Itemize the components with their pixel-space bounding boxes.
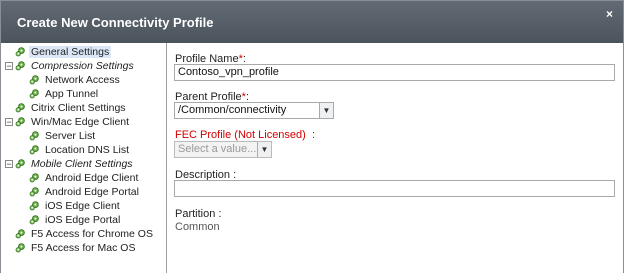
tree-item-label: Server List xyxy=(45,130,96,142)
gear-icon xyxy=(15,102,26,113)
tree-item[interactable]: Location DNS List xyxy=(29,143,131,157)
tree-item[interactable]: Citrix Client Settings xyxy=(15,101,128,115)
tree-item[interactable]: iOS Edge Client xyxy=(29,199,122,213)
tree-item-label: Location DNS List xyxy=(45,144,130,156)
tree-item[interactable]: Android Edge Portal xyxy=(29,185,141,199)
parent-profile-select[interactable]: /Common/connectivity ▼ xyxy=(174,102,334,119)
dialog-titlebar: Create New Connectivity Profile × xyxy=(1,1,623,43)
tree-item-label: iOS Edge Client xyxy=(45,200,120,212)
description-field[interactable] xyxy=(174,180,615,197)
tree-item[interactable]: F5 Access for Mac OS xyxy=(15,241,137,255)
gear-icon xyxy=(15,242,26,253)
gear-icon xyxy=(29,186,40,197)
gear-icon xyxy=(15,46,26,57)
tree-item-label: General Settings xyxy=(29,46,112,58)
gear-icon xyxy=(29,88,40,99)
create-connectivity-profile-dialog: Create New Connectivity Profile × Genera… xyxy=(0,0,624,273)
tree-item[interactable]: Android Edge Client xyxy=(29,171,140,185)
close-icon[interactable]: × xyxy=(606,7,613,21)
gear-icon xyxy=(29,214,40,225)
tree-item[interactable]: − Mobile Client Settings xyxy=(5,157,135,171)
chevron-down-icon: ▼ xyxy=(319,103,333,118)
partition-label: Partition : xyxy=(175,208,222,220)
collapse-toggle-icon[interactable]: − xyxy=(5,118,13,127)
tree-item-label: Win/Mac Edge Client xyxy=(31,116,130,128)
fec-profile-label: FEC Profile (Not Licensed) : xyxy=(175,129,316,141)
tree-item-label: Mobile Client Settings xyxy=(31,158,133,170)
gear-icon xyxy=(29,200,40,211)
fec-profile-select[interactable]: Select a value... ▼ xyxy=(174,141,272,158)
tree-item[interactable]: iOS Edge Portal xyxy=(29,213,122,227)
fec-profile-placeholder: Select a value... xyxy=(178,143,257,155)
dialog-title: Create New Connectivity Profile xyxy=(17,15,214,30)
tree-item-label: Network Access xyxy=(45,74,120,86)
gear-icon xyxy=(15,116,26,127)
gear-icon xyxy=(29,74,40,85)
gear-icon xyxy=(15,158,26,169)
tree-item-label: F5 Access for Chrome OS xyxy=(31,228,153,240)
tree-item[interactable]: F5 Access for Chrome OS xyxy=(15,227,155,241)
partition-value: Common xyxy=(175,221,220,233)
tree-item[interactable]: App Tunnel xyxy=(29,87,100,101)
tree-item-label: Compression Settings xyxy=(31,60,134,72)
tree-item[interactable]: − Win/Mac Edge Client xyxy=(5,115,131,129)
tree-item-label: Android Edge Client xyxy=(45,172,139,184)
tree-item-label: iOS Edge Portal xyxy=(45,214,121,226)
collapse-toggle-icon[interactable]: − xyxy=(5,62,13,71)
tree-item-label: App Tunnel xyxy=(45,88,99,100)
parent-profile-value: /Common/connectivity xyxy=(178,104,287,116)
gear-icon xyxy=(15,228,26,239)
tree-item[interactable]: − Compression Settings xyxy=(5,59,136,73)
collapse-toggle-icon[interactable]: − xyxy=(5,160,13,169)
general-settings-form: Profile Name*: Contoso_vpn_profile Paren… xyxy=(167,43,623,273)
tree-item-label: Android Edge Portal xyxy=(45,186,139,198)
gear-icon xyxy=(29,130,40,141)
chevron-down-icon: ▼ xyxy=(257,142,271,157)
tree-item-label: F5 Access for Mac OS xyxy=(31,242,136,254)
gear-icon xyxy=(29,172,40,183)
profile-settings-tree: General Settings − Compression Settings Net… xyxy=(1,43,167,273)
profile-name-field[interactable]: Contoso_vpn_profile xyxy=(174,64,615,81)
tree-item[interactable]: General Settings xyxy=(15,45,112,59)
gear-icon xyxy=(15,60,26,71)
tree-item[interactable]: Server List xyxy=(29,129,97,143)
tree-item-label: Citrix Client Settings xyxy=(31,102,126,114)
gear-icon xyxy=(29,144,40,155)
tree-item[interactable]: Network Access xyxy=(29,73,122,87)
